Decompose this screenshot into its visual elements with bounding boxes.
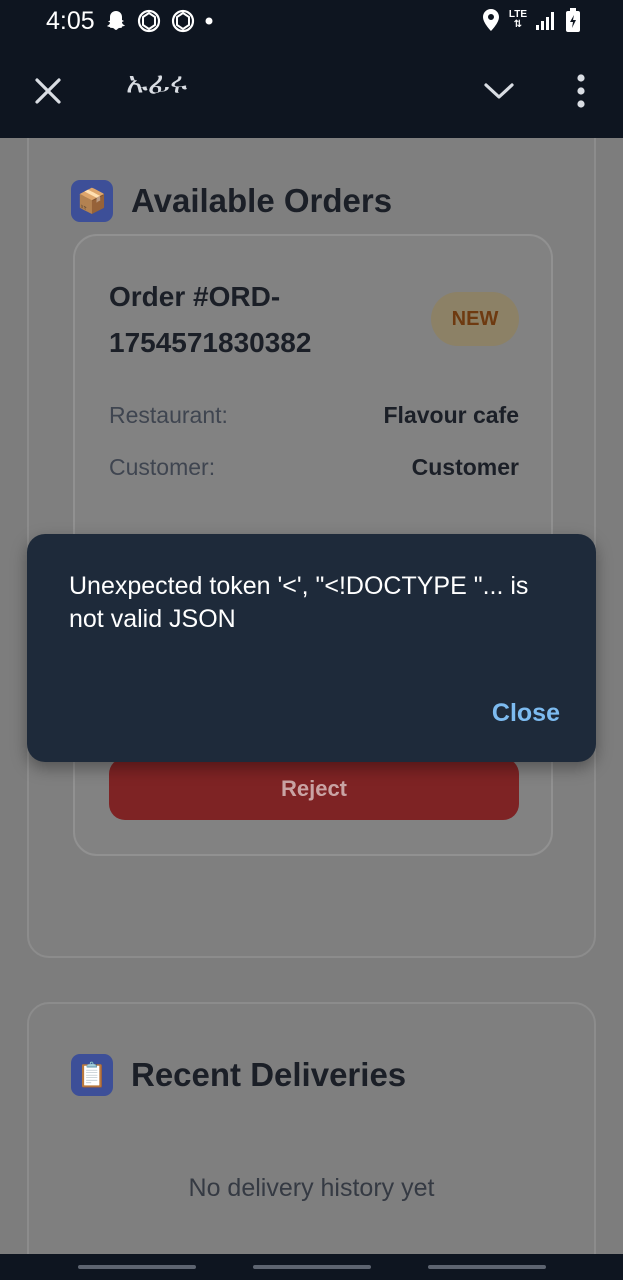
system-icons: LTE ⇅ [481,7,581,33]
available-orders-title: Available Orders [131,182,393,219]
nav-back[interactable] [428,1265,546,1269]
order-title: Order #ORD-1754571830382 [109,281,312,358]
more-vert-icon[interactable] [573,73,589,109]
page-title: ኡፊሩ [126,66,188,101]
close-icon[interactable] [32,75,64,107]
status-time: 4:05 [46,7,95,35]
reject-button[interactable]: Reject [109,758,519,820]
notification-icons [104,8,214,34]
available-orders-header: 📦 Available Orders [71,180,392,222]
customer-value: Customer [411,454,519,480]
package-icon: 📦 [71,180,113,222]
data-arrows: ⇅ [513,19,523,30]
restaurant-row: Restaurant: Flavour cafe [109,402,519,429]
chatgpt-icon [137,9,161,33]
chevron-down-icon[interactable] [482,79,516,103]
battery-icon [566,8,580,32]
location-icon [482,9,499,31]
restaurant-value: Flavour cafe [383,402,520,428]
system-nav-bar [0,1254,623,1280]
snackbar-close-button[interactable]: Close [492,699,560,728]
lte-signal-icon: LTE ⇅ [509,10,527,30]
app-toolbar: ኡፊሩ [0,42,623,138]
dot-icon [205,17,213,25]
app-screen: 4:05 LTE ⇅ ኡፊሩ 📦 Available Orders Order … [0,0,623,1280]
recent-deliveries-card: 📋 Recent Deliveries No delivery history … [27,1002,596,1254]
recent-deliveries-header: 📋 Recent Deliveries [71,1054,406,1096]
nav-home[interactable] [253,1265,371,1269]
restaurant-label: Restaurant: [109,402,228,428]
error-message: Unexpected token '<', "<!DOCTYPE "... is… [69,572,529,633]
status-badge: NEW [431,292,519,346]
customer-label: Customer: [109,454,216,480]
chatgpt-icon [171,9,195,33]
error-snackbar: Unexpected token '<', "<!DOCTYPE "... is… [27,534,596,762]
customer-row: Customer: Customer [109,454,519,481]
status-bar: 4:05 LTE ⇅ [0,0,623,42]
snapchat-icon [107,11,125,30]
clipboard-icon: 📋 [71,1054,113,1096]
signal-bars-icon [536,12,554,30]
empty-history-text: No delivery history yet [188,1174,435,1202]
nav-recents[interactable] [78,1265,196,1269]
recent-deliveries-title: Recent Deliveries [131,1056,407,1093]
